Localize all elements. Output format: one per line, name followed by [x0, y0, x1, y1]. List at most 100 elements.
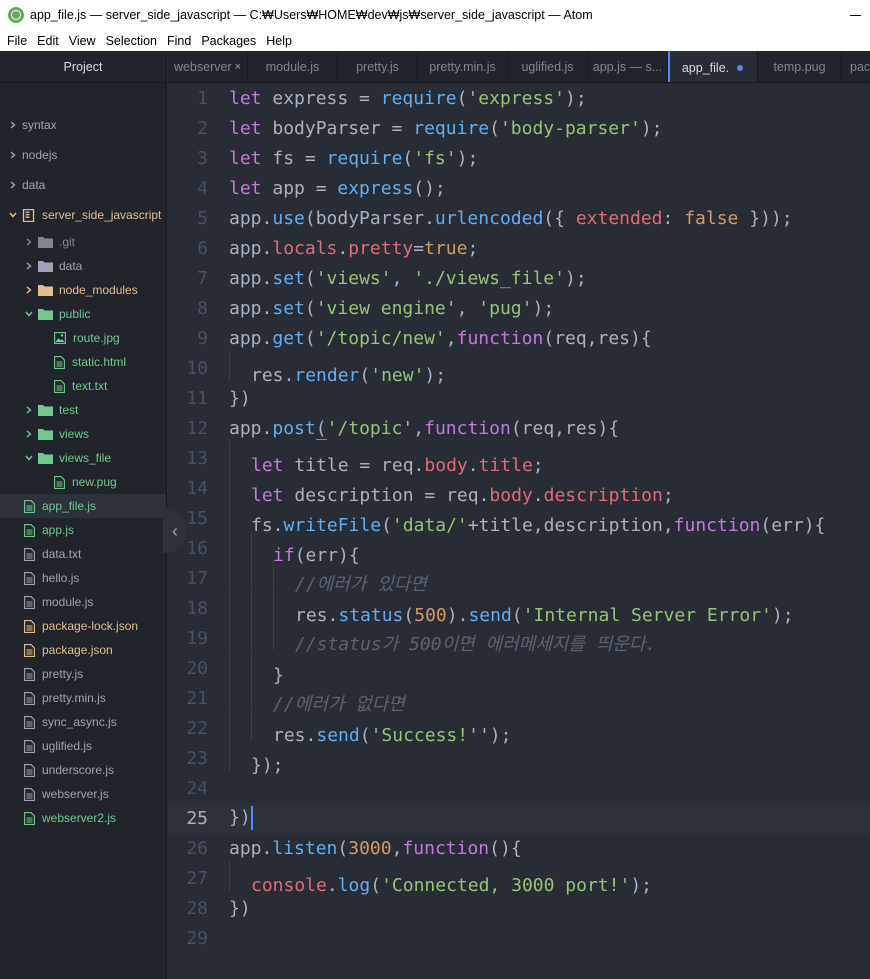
code-line[interactable]: 27 console.log('Connected, 3000 port!'); [168, 860, 870, 896]
tree-folder[interactable]: test [0, 398, 166, 422]
tree-file[interactable]: text.txt [0, 374, 166, 398]
tree-folder[interactable]: server_side_javascript [0, 203, 166, 227]
code-line[interactable]: 29 [168, 923, 870, 953]
code-token: require [326, 147, 403, 169]
code-line[interactable]: 5 app.use(bodyParser.urlencoded({ extende… [168, 203, 870, 233]
code-line[interactable]: 4 let app = express(); [168, 173, 870, 203]
line-number: 4 [197, 177, 208, 199]
tree-file[interactable]: webserver.js [0, 782, 166, 806]
tree-file[interactable]: pretty.js [0, 662, 166, 686]
tree-folder[interactable]: views [0, 422, 166, 446]
menu-file[interactable]: File [2, 34, 32, 48]
code-token: ( [456, 87, 468, 109]
tree-folder[interactable]: data [0, 173, 166, 197]
line-number: 6 [197, 237, 208, 259]
tree-file[interactable]: hello.js [0, 566, 166, 590]
code-text: app.post('/topic',function(req,res){ [229, 417, 619, 440]
file-icon [24, 499, 35, 513]
code-line[interactable]: 12 app.post('/topic',function(req,res){ [168, 413, 870, 443]
file-icon [54, 355, 65, 369]
tab-1[interactable]: webserver × [168, 51, 248, 82]
code-line[interactable]: 1 let express = require('express'); [168, 83, 870, 113]
tree-file[interactable]: package-lock.json [0, 614, 166, 638]
tree-folder[interactable]: syntax [0, 113, 166, 137]
code-line[interactable]: 24 [168, 773, 870, 803]
tab-9[interactable]: pack [842, 51, 870, 82]
tree-item-label: nodejs [22, 148, 58, 162]
code-line[interactable]: 22 res.send('Success!''); [168, 710, 870, 746]
code-line[interactable]: 26 app.listen(3000,function(){ [168, 833, 870, 863]
tab-label: module.js [265, 60, 320, 74]
code-line[interactable]: 28}) [168, 893, 870, 923]
code-token: set [272, 267, 305, 289]
tab-7[interactable]: app_file. [668, 51, 758, 82]
tree-folder[interactable]: .git [0, 230, 166, 254]
text-cursor [250, 806, 253, 830]
code-line[interactable]: 6 app.locals.pretty=true; [168, 233, 870, 263]
tree-file[interactable]: underscore.js [0, 758, 166, 782]
code-line[interactable]: 10 res.render('new'); [168, 350, 870, 386]
tree-item-label: syntax [22, 118, 57, 132]
menu-packages[interactable]: Packages [196, 34, 261, 48]
menu-selection[interactable]: Selection [101, 34, 162, 48]
code-line[interactable]: 7 app.set('views', './views_file'); [168, 263, 870, 293]
tree-folder[interactable]: nodejs [0, 143, 166, 167]
code-line[interactable]: 3 let fs = require('fs'); [168, 143, 870, 173]
tab-2[interactable]: module.js [248, 51, 338, 82]
tree-folder[interactable]: data [0, 254, 166, 278]
tree-folder[interactable]: node_modules [0, 278, 166, 302]
tab-5[interactable]: uglified.js [508, 51, 588, 82]
tree-file[interactable]: route.jpg [0, 326, 166, 350]
tree-item-label: node_modules [59, 283, 138, 297]
sidebar-title: Project [0, 51, 166, 83]
code-line[interactable]: 20} [168, 650, 870, 686]
code-line[interactable]: 14 let description = req.body.description… [168, 470, 870, 506]
tree-file[interactable]: module.js [0, 590, 166, 614]
tree-file[interactable]: static.html [0, 350, 166, 374]
minimize-window-button[interactable] [840, 0, 870, 30]
tab-6[interactable]: app.js — s... [588, 51, 668, 82]
code-line[interactable]: 25}) [168, 803, 870, 833]
code-line[interactable]: 17//에러가 있다면 [168, 560, 870, 595]
tree-folder[interactable]: views_file [0, 446, 166, 470]
tree-file[interactable]: app.js [0, 518, 166, 542]
tab-3[interactable]: pretty.js [338, 51, 418, 82]
close-icon[interactable]: × [235, 61, 241, 73]
tree-file[interactable]: webserver2.js [0, 806, 166, 830]
tab-8[interactable]: temp.pug [758, 51, 842, 82]
code-token: ); [532, 297, 555, 319]
tree-file[interactable]: package.json [0, 638, 166, 662]
tab-4[interactable]: pretty.min.js [418, 51, 508, 82]
menu-help[interactable]: Help [261, 34, 297, 48]
indent-guide [251, 560, 273, 590]
line-number: 27 [186, 867, 208, 889]
code-token: 'fs' [413, 147, 457, 169]
code-token: listen [272, 837, 338, 859]
tree-file[interactable]: uglified.js [0, 734, 166, 758]
tree-file[interactable]: data.txt [0, 542, 166, 566]
code-line[interactable]: 23}); [168, 740, 870, 776]
code-editor[interactable]: 1 let express = require('express'); 2 let b… [168, 83, 870, 979]
tree-file[interactable]: pretty.min.js [0, 686, 166, 710]
menu-find[interactable]: Find [162, 34, 196, 48]
code-line[interactable]: 8 app.set('view engine', 'pug'); [168, 293, 870, 323]
chevron-right-icon [24, 429, 34, 439]
tree-file[interactable]: sync_async.js [0, 710, 166, 734]
tree-file[interactable]: app_file.js [0, 494, 166, 518]
code-token: : [662, 207, 685, 229]
tree-folder[interactable]: public [0, 302, 166, 326]
code-line[interactable]: 18 res.status(500).send('Internal Server … [168, 590, 870, 626]
code-line[interactable]: 11}) [168, 383, 870, 413]
code-line[interactable]: 19 //status가 500이면 에러메세지를 띄운다. [168, 620, 870, 655]
menu-edit[interactable]: Edit [32, 34, 64, 48]
code-line[interactable]: 21//에러가 없다면 [168, 680, 870, 715]
tree-item-label: data [22, 178, 46, 192]
code-line[interactable]: 16 if(err){ [168, 530, 870, 566]
code-line[interactable]: 15 fs.writeFile('data/'+title,description… [168, 500, 870, 536]
menu-view[interactable]: View [64, 34, 101, 48]
code-line[interactable]: 2 let bodyParser = require('body-parser')… [168, 113, 870, 143]
indent-guide [251, 530, 273, 561]
tree-file[interactable]: new.pug [0, 470, 166, 494]
code-line[interactable]: 9 app.get('/topic/new',function(req,res){ [168, 323, 870, 353]
code-line[interactable]: 13 let title = req.body.title; [168, 440, 870, 476]
